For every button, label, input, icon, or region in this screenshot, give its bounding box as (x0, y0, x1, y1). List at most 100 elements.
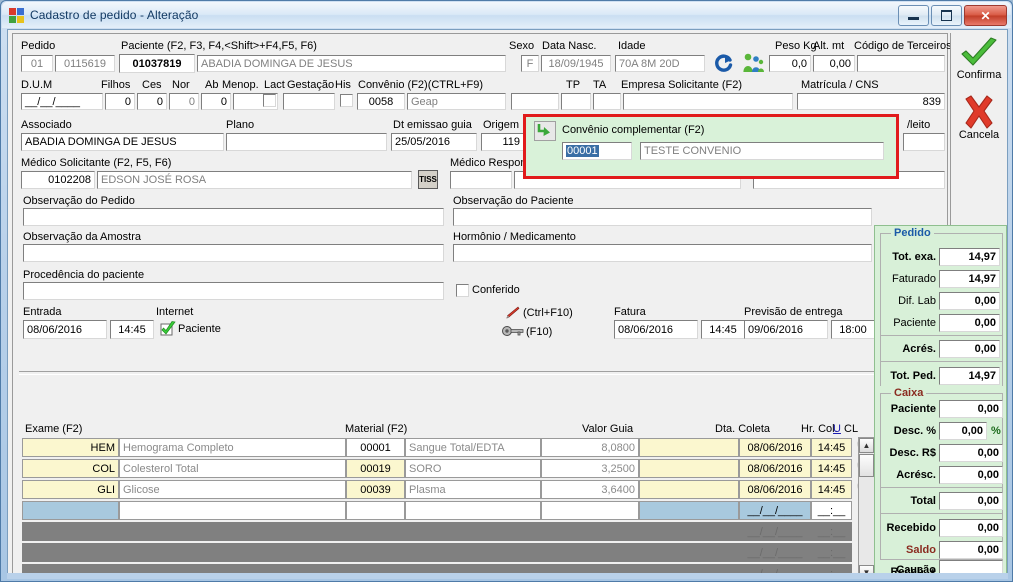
hormonio-input[interactable] (453, 244, 872, 262)
ces-input[interactable]: 0 (137, 93, 167, 110)
matricula-cns-input[interactable]: 839 (797, 93, 945, 110)
caixa-row-value[interactable]: 0,00 (939, 492, 1003, 510)
table-row[interactable]: GLI Glicose 00039 Plasma 3,6400 08/06/2016 14:… (22, 479, 887, 500)
entrada-data-input[interactable]: 08/06/2016 (23, 320, 107, 339)
tiss-button[interactable]: TISS (418, 170, 438, 189)
ab-input[interactable]: 0 (201, 93, 231, 110)
pedido-row-value[interactable]: 0,00 (939, 292, 1000, 310)
obs-paciente-input[interactable] (453, 208, 872, 226)
table-row[interactable]: HEM Hemograma Completo 00001 Sangue Total/E… (22, 437, 887, 458)
cell-hora[interactable]: 14:45 (811, 459, 852, 478)
codigo-terceiros-input[interactable] (857, 55, 945, 72)
confirma-button[interactable]: Confirma (951, 37, 1007, 81)
family-icon[interactable] (741, 52, 765, 74)
fatura-hora-input[interactable]: 14:45 (701, 320, 745, 339)
cell-valor[interactable] (541, 501, 639, 520)
cell-hora[interactable]: 14:45 (811, 438, 852, 457)
previsao-data-input[interactable]: 09/06/2016 (744, 320, 828, 339)
procedencia-input[interactable] (23, 282, 444, 300)
pedido-serie-input[interactable]: 01 (21, 55, 53, 72)
arrow-down-right-icon[interactable] (534, 121, 556, 141)
cell-material[interactable]: Sangue Total/EDTA (405, 438, 541, 457)
cell-mat_cod[interactable]: 00039 (346, 480, 405, 499)
previsao-hora-input[interactable]: 18:00 (831, 320, 875, 339)
table-row[interactable]: __/__/______:__ (22, 521, 852, 542)
dum-input[interactable]: __/__/____ (21, 93, 103, 110)
caixa-row-value[interactable]: 0,00 (939, 422, 987, 440)
cancela-button[interactable]: Cancela (951, 95, 1007, 141)
lact-checkbox[interactable] (263, 94, 276, 107)
cell-data[interactable]: 08/06/2016 (739, 459, 811, 478)
cell-cod[interactable] (22, 501, 119, 520)
pedido-numero-input[interactable]: 0115619 (55, 55, 115, 72)
origem-codigo-input[interactable]: 119 (481, 133, 524, 151)
his-checkbox[interactable] (340, 94, 353, 107)
pedido-row-value[interactable]: 14,97 (939, 248, 1000, 266)
nor-input[interactable]: 0 (169, 93, 199, 110)
cell-exame[interactable]: Colesterol Total (119, 459, 346, 478)
idade-input[interactable]: 70A 8M 20D (615, 55, 705, 72)
fatura-data-input[interactable]: 08/06/2016 (614, 320, 698, 339)
gestacao-input[interactable] (283, 93, 335, 110)
medico-solicitante-codigo-input[interactable]: 0102208 (21, 171, 95, 189)
cell-mat_cod[interactable]: 00001 (346, 438, 405, 457)
cell-material[interactable]: SORO (405, 459, 541, 478)
obs-amostra-input[interactable] (23, 244, 444, 262)
dt-emissao-input[interactable]: 25/05/2016 (391, 133, 477, 151)
filhos-input[interactable]: 0 (105, 93, 135, 110)
pedido-row-value[interactable]: 0,00 (939, 340, 1000, 358)
quarto-leito-input[interactable] (903, 133, 945, 151)
close-button[interactable]: ✕ (964, 5, 1007, 26)
cell-cod[interactable]: COL (22, 459, 119, 478)
pedido-row-value[interactable]: 14,97 (939, 270, 1000, 288)
plano-input[interactable] (226, 133, 387, 151)
tp-input[interactable] (511, 93, 559, 110)
cell-material[interactable] (405, 501, 541, 520)
minimize-button[interactable] (898, 5, 929, 26)
caixa-row-value[interactable]: 0,00 (939, 519, 1003, 537)
obs-pedido-input[interactable] (23, 208, 444, 226)
table-row[interactable]: COL Colesterol Total 00019 SORO 3,2500 08/06/… (22, 458, 887, 479)
empresa-solicitante-input[interactable] (623, 93, 793, 110)
cell-guia[interactable] (639, 459, 739, 478)
pedido-row-value[interactable]: 0,00 (939, 314, 1000, 332)
cell-cod[interactable]: HEM (22, 438, 119, 457)
cell-hora[interactable]: __:__ (811, 501, 852, 520)
cell-exame[interactable]: Glicose (119, 480, 346, 499)
table-scrollbar[interactable]: ▲ ▼ (858, 437, 875, 578)
scroll-thumb[interactable] (859, 454, 874, 477)
cell-mat_cod[interactable] (346, 501, 405, 520)
table-row[interactable]: __/__/______:__ (22, 542, 852, 563)
cell-guia[interactable] (639, 480, 739, 499)
cell-data[interactable]: __/__/____ (739, 501, 811, 520)
cell-valor[interactable]: 3,6400 (541, 480, 639, 499)
ta-input[interactable] (593, 93, 621, 110)
cell-mat_cod[interactable]: 00019 (346, 459, 405, 478)
cell-guia[interactable] (639, 501, 739, 520)
cell-data[interactable]: 08/06/2016 (739, 480, 811, 499)
paciente-nome-input[interactable]: ABADIA DOMINGA DE JESUS (197, 55, 506, 72)
altura-input[interactable]: 0,00 (813, 55, 855, 72)
cell-exame[interactable] (119, 501, 346, 520)
conferido-checkbox[interactable] (456, 284, 469, 297)
convenio-codigo-input[interactable]: 0058 (357, 93, 405, 110)
cell-valor[interactable]: 8,0800 (541, 438, 639, 457)
peso-input[interactable]: 0,0 (769, 55, 811, 72)
table-row[interactable]: __/__/______:__ (22, 500, 852, 521)
associado-input[interactable]: ABADIA DOMINGA DE JESUS (21, 133, 224, 151)
cell-valor[interactable]: 3,2500 (541, 459, 639, 478)
pedido-row-value[interactable]: 14,97 (939, 367, 1000, 385)
cell-guia[interactable] (639, 438, 739, 457)
convenio-nome-input[interactable]: Geap (407, 93, 506, 110)
cell-cod[interactable]: GLI (22, 480, 119, 499)
cell-material[interactable]: Plasma (405, 480, 541, 499)
entrada-hora-input[interactable]: 14:45 (110, 320, 154, 339)
cell-hora[interactable]: 14:45 (811, 480, 852, 499)
key-icon[interactable] (502, 324, 524, 338)
cell-exame[interactable]: Hemograma Completo (119, 438, 346, 457)
caixa-row-value[interactable]: 0,00 (939, 466, 1003, 484)
scroll-up-button[interactable]: ▲ (859, 438, 874, 453)
maximize-button[interactable] (931, 5, 962, 26)
medico-solicitante-nome-input[interactable]: EDSON JOSÉ ROSA (97, 171, 412, 189)
caixa-row-value[interactable]: 0,00 (939, 541, 1003, 559)
